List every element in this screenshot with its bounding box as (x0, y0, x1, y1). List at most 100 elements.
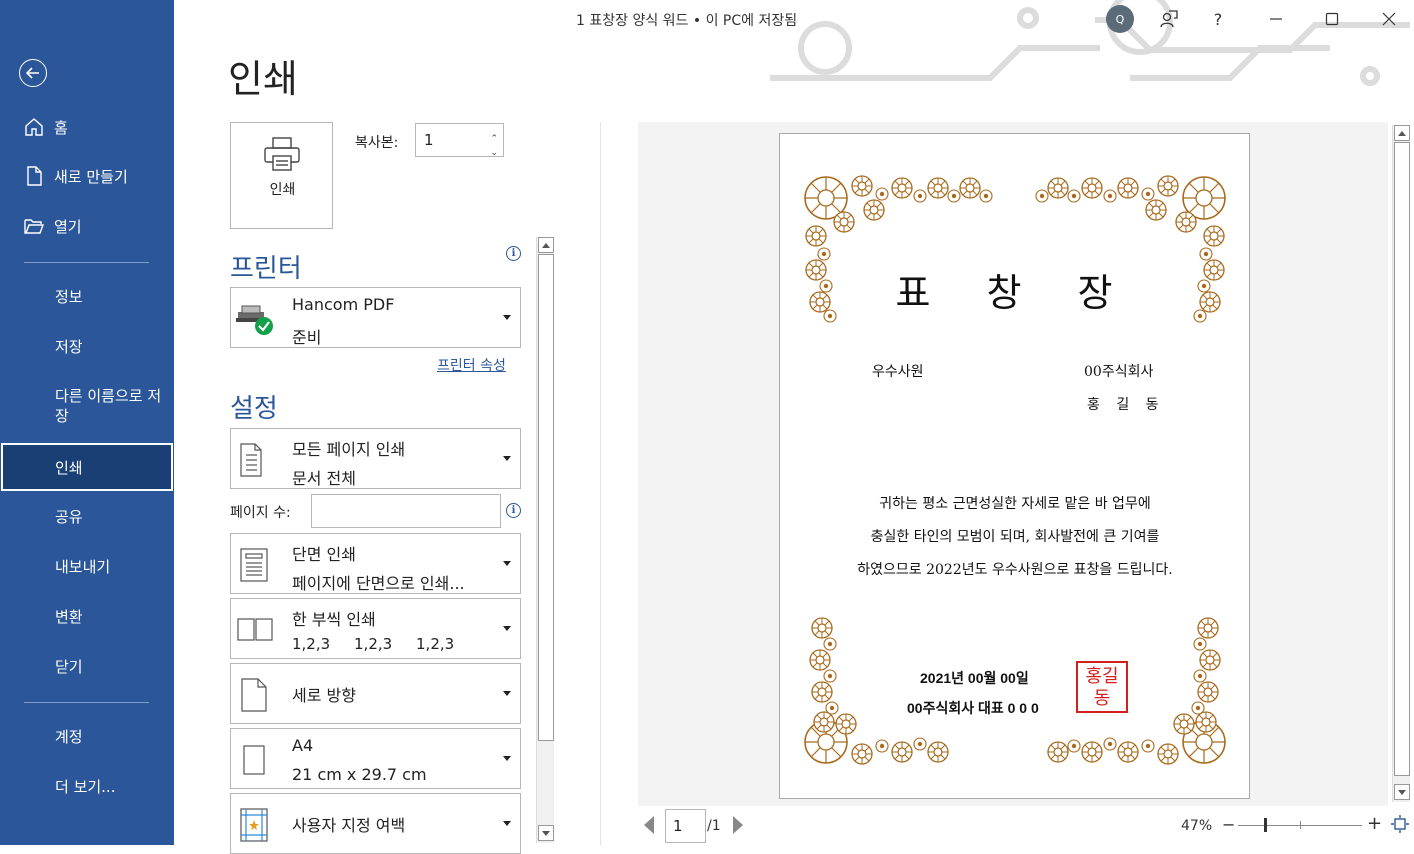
sidebar-item-share[interactable]: 공유 (0, 496, 174, 536)
chevron-down-icon (503, 626, 511, 631)
pages-input[interactable] (311, 494, 501, 528)
pages-label: 페이지 수: (230, 505, 291, 521)
zoom-to-page-icon[interactable] (1391, 815, 1409, 833)
preview-scrollbar[interactable] (1392, 125, 1410, 802)
minimize-icon[interactable] (1264, 7, 1288, 31)
printer-properties-link[interactable]: 프린터 속성 (437, 355, 506, 375)
sidebar-item-label: 홈 (54, 118, 68, 137)
dropdown-line1: 모든 페이지 인쇄 (292, 440, 406, 459)
portrait-icon (241, 678, 267, 712)
back-button[interactable] (19, 59, 47, 87)
page-number-input[interactable]: 1 (665, 809, 706, 843)
scroll-down-icon[interactable] (1394, 784, 1410, 800)
sidebar-item-label: 내보내기 (55, 557, 111, 576)
sidebar-item-open[interactable]: 열기 (0, 206, 174, 246)
dropdown-line1: 한 부씩 인쇄 (292, 610, 376, 629)
sidebar-item-save[interactable]: 저장 (0, 326, 174, 366)
certificate-date: 2021년 00월 00일 (920, 670, 1029, 686)
zoom-level[interactable]: 47% (1181, 818, 1212, 834)
sides-select[interactable]: 단면 인쇄 페이지에 단면으로 인쇄... (230, 533, 521, 594)
help-icon[interactable]: ? (1206, 7, 1230, 31)
sidebar-item-label: 공유 (55, 507, 83, 526)
sidebar-item-print[interactable]: 인쇄 (1, 443, 173, 491)
paper-size-select[interactable]: A4 21 cm x 29.7 cm (230, 728, 521, 789)
sidebar-item-close[interactable]: 닫기 (0, 646, 174, 686)
orientation-select[interactable]: 세로 방향 (230, 663, 521, 724)
chevron-down-icon (503, 561, 511, 566)
page-title: 인쇄 (228, 57, 298, 101)
scroll-down-icon[interactable] (538, 825, 554, 841)
search-box[interactable] (1045, 9, 1095, 29)
sidebar-item-label: 열기 (54, 217, 82, 236)
certificate-body-line: 충실한 타인의 모범이 되며, 회사발전에 큰 기여를 (870, 529, 1160, 545)
chevron-down-icon (503, 756, 511, 761)
print-range-select[interactable]: 모든 페이지 인쇄 문서 전체 (230, 428, 521, 489)
page-total: /1 (707, 818, 721, 834)
certificate-body-line: 하였으므로 2022년도 우수사원으로 표창을 드립니다. (857, 562, 1173, 578)
sidebar-item-account[interactable]: 계정 (0, 716, 174, 756)
certificate-award-name: 우수사원 (872, 364, 924, 380)
next-page-icon[interactable] (733, 816, 743, 834)
home-icon (25, 118, 43, 136)
printer-section-title: 프린터 (230, 254, 302, 284)
pages-icon (240, 443, 262, 477)
settings-section-title: 설정 (230, 394, 278, 424)
zoom-slider-thumb[interactable] (1264, 818, 1267, 832)
copies-value: 1 (424, 131, 434, 149)
chevron-down-icon (503, 691, 511, 696)
collate-select[interactable]: 한 부씩 인쇄 1,2,3 1,2,3 1,2,3 (230, 598, 521, 659)
certificate-seal: 홍길동 (1076, 661, 1128, 713)
spin-down-icon[interactable]: ⌄ (490, 137, 498, 169)
zoom-slider-center-mark (1300, 821, 1301, 829)
sidebar-item-more[interactable]: 더 보기... (0, 766, 174, 806)
close-icon[interactable] (1377, 7, 1401, 31)
dropdown-line2: 21 cm x 29.7 cm (292, 765, 427, 784)
sidebar-item-new[interactable]: 새로 만들기 (0, 156, 174, 196)
sidebar-item-export[interactable]: 내보내기 (0, 546, 174, 586)
printer-status: 준비 (292, 328, 322, 347)
dropdown-line1: 사용자 지정 여백 (292, 816, 406, 835)
avatar[interactable]: Q (1106, 5, 1134, 33)
sidebar-item-info[interactable]: 정보 (0, 276, 174, 316)
sidebar-divider (24, 702, 149, 703)
chevron-down-icon (503, 456, 511, 461)
sidebar-item-save-as[interactable]: 다른 이름으로 저장 (0, 386, 174, 434)
preview-page: 표 창 장 우수사원 00주식회사 홍 길 동 귀하는 평소 근면성실한 자세로… (779, 133, 1250, 799)
folder-open-icon (24, 219, 45, 234)
dropdown-line1: A4 (292, 736, 314, 755)
sidebar-item-label: 다른 이름으로 저장 (55, 387, 162, 425)
print-button[interactable]: 인쇄 (230, 122, 333, 229)
copies-stepper[interactable]: 1 ⌃ ⌄ (415, 123, 504, 158)
sidebar-item-home[interactable]: 홈 (0, 107, 174, 147)
coauthor-icon[interactable] (1157, 7, 1181, 31)
sidebar-item-label: 변환 (55, 607, 83, 626)
sidebar-item-label: 새로 만들기 (54, 167, 128, 186)
maximize-icon[interactable] (1320, 7, 1344, 31)
scroll-up-icon[interactable] (538, 237, 554, 253)
certificate-signer: 00주식회사 대표 0 0 0 (907, 700, 1039, 716)
sidebar-item-label: 닫기 (55, 657, 83, 676)
dropdown-line1: 세로 방향 (292, 686, 356, 705)
sidebar-item-transform[interactable]: 변환 (0, 596, 174, 636)
info-icon[interactable]: i (506, 503, 521, 518)
scroll-thumb[interactable] (1394, 142, 1410, 776)
chevron-down-icon (503, 821, 511, 826)
zoom-out-button[interactable]: − (1222, 815, 1235, 834)
sidebar-item-label: 저장 (55, 337, 83, 356)
previous-page-icon[interactable] (644, 816, 654, 834)
printer-select[interactable]: Hancom PDF 준비 (230, 287, 521, 348)
scroll-up-icon[interactable] (1394, 125, 1410, 141)
ornament-bottom (804, 617, 1226, 765)
certificate-recipient: 홍 길 동 (1087, 397, 1165, 413)
settings-scrollbar[interactable] (536, 237, 554, 843)
dropdown-line2: 문서 전체 (292, 469, 356, 488)
info-icon[interactable]: i (506, 246, 521, 261)
new-document-icon (27, 166, 42, 186)
sidebar-divider (24, 262, 149, 263)
collate-icon (237, 618, 273, 641)
sidebar-item-label: 정보 (55, 287, 83, 306)
scroll-thumb[interactable] (538, 254, 554, 741)
zoom-in-button[interactable]: + (1367, 813, 1382, 834)
certificate-title: 표 창 장 (895, 271, 1135, 315)
window-title: 1 표창장 양식 워드 • 이 PC에 저장됨 (576, 13, 798, 29)
